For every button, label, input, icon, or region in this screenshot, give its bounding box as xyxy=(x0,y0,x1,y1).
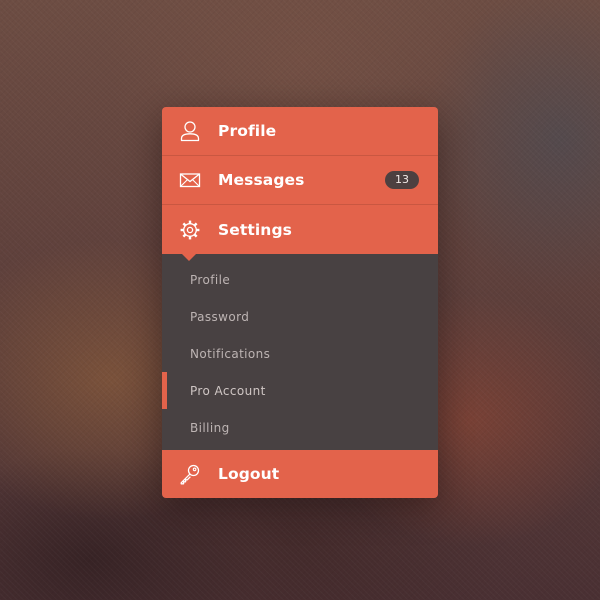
menu-item-messages[interactable]: Messages 13 xyxy=(162,155,438,204)
menu-item-label: Messages xyxy=(218,171,305,189)
user-icon xyxy=(179,120,201,142)
submenu-item-pro-account[interactable]: Pro Account xyxy=(162,372,438,409)
navigation-menu: Profile Messages 13 Settings Profile Pas… xyxy=(162,107,438,498)
submenu-item-label: Password xyxy=(190,309,250,324)
menu-item-label: Logout xyxy=(218,465,280,483)
submenu-item-label: Notifications xyxy=(190,346,271,361)
envelope-icon xyxy=(179,169,201,191)
key-icon xyxy=(179,463,201,485)
menu-item-settings[interactable]: Settings xyxy=(162,204,438,261)
submenu-item-label: Pro Account xyxy=(190,383,266,398)
expanded-pointer xyxy=(182,254,196,261)
submenu-item-label: Profile xyxy=(190,272,231,287)
settings-submenu: Profile Password Notifications Pro Accou… xyxy=(162,254,438,450)
menu-item-label: Profile xyxy=(218,122,277,140)
menu-item-label: Settings xyxy=(218,220,292,239)
submenu-item-label: Billing xyxy=(190,420,230,435)
menu-item-profile[interactable]: Profile xyxy=(162,107,438,155)
active-item-indicator xyxy=(162,372,167,409)
submenu-item-notifications[interactable]: Notifications xyxy=(162,335,438,372)
gear-icon xyxy=(179,219,201,241)
submenu-item-billing[interactable]: Billing xyxy=(162,409,438,446)
submenu-item-password[interactable]: Password xyxy=(162,298,438,335)
unread-count-badge: 13 xyxy=(385,171,419,189)
menu-item-logout[interactable]: Logout xyxy=(162,450,438,498)
submenu-item-profile[interactable]: Profile xyxy=(162,261,438,298)
